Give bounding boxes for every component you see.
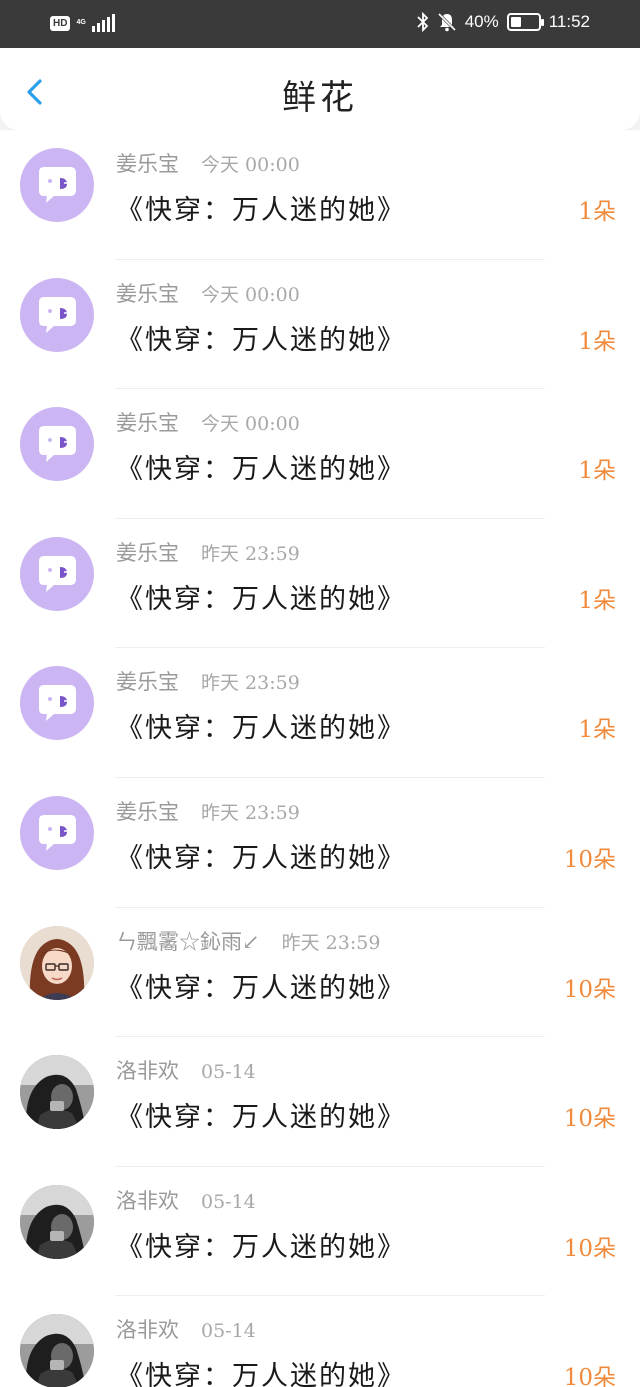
- record-meta: 洛非欢 05-14: [116, 1055, 256, 1085]
- timestamp: 05-14: [201, 1190, 256, 1213]
- timestamp: 今天 00:00: [201, 283, 300, 306]
- battery-level: [510, 17, 521, 27]
- flower-count: 1朵: [578, 458, 616, 485]
- chat-bubble-icon: [39, 296, 76, 333]
- book-title: 《快穿：万人迷的她》: [116, 713, 406, 745]
- record-meta: 姜乐宝 今天 00:00: [116, 278, 300, 308]
- sender-name[interactable]: 姜乐宝: [116, 407, 179, 437]
- flower-record-row[interactable]: 姜乐宝 昨天 23:59 《快穿：万人迷的她》 1朵: [0, 519, 640, 649]
- mute-bell-icon: [437, 12, 456, 32]
- record-meta: 洛非欢 05-14: [116, 1314, 256, 1344]
- network-type: 4G: [76, 19, 85, 27]
- avatar[interactable]: [20, 536, 94, 611]
- flower-record-row[interactable]: 洛非欢 05-14 《快穿：万人迷的她》 10朵: [0, 1296, 640, 1387]
- book-title: 《快穿：万人迷的她》: [116, 324, 406, 356]
- chat-bubble-icon: [39, 555, 76, 592]
- record-meta: 姜乐宝 昨天 23:59: [116, 537, 300, 567]
- flower-count: 1朵: [578, 199, 616, 225]
- chat-bubble-icon: [39, 685, 76, 722]
- sender-name[interactable]: 姜乐宝: [116, 666, 179, 696]
- flower-count: 10朵: [563, 1365, 616, 1387]
- flower-count: 10朵: [563, 1106, 616, 1133]
- book-title: 《快穿：万人迷的她》: [116, 842, 406, 874]
- record-meta: 姜乐宝 今天 00:00: [116, 407, 300, 437]
- avatar[interactable]: [20, 277, 94, 352]
- flower-count: 1朵: [578, 587, 616, 614]
- flower-record-row[interactable]: 洛非欢 05-14 《快穿：万人迷的她》 10朵: [0, 1037, 640, 1167]
- flower-list: 姜乐宝 今天 00:00 《快穿：万人迷的她》 1朵 姜乐宝 今天 00:00 《快穿：万人…: [0, 130, 640, 1387]
- book-title: 《快穿：万人迷的她》: [116, 1231, 406, 1263]
- clock: 11:52: [548, 12, 590, 31]
- grayscale-photo-avatar-image: [20, 1184, 94, 1259]
- book-title: 《快穿：万人迷的她》: [116, 1361, 406, 1387]
- timestamp: 昨天 23:59: [201, 801, 300, 824]
- avatar[interactable]: [20, 1184, 94, 1259]
- timestamp: 昨天 23:59: [281, 931, 381, 954]
- chat-bubble-icon: [39, 167, 76, 203]
- sender-name[interactable]: 姜乐宝: [116, 148, 179, 178]
- flower-count: 10朵: [563, 976, 616, 1003]
- signal-icon: [91, 14, 115, 32]
- avatar[interactable]: [20, 666, 94, 741]
- grayscale-photo-avatar-image: [20, 1314, 94, 1387]
- anime-girl-avatar-image: [20, 925, 94, 1000]
- record-meta: ㄣ飄霱☆鈊雨↙ 昨天 23:59: [116, 926, 380, 956]
- sender-name[interactable]: 洛非欢: [116, 1314, 179, 1344]
- book-title: 《快穿：万人迷的她》: [116, 1102, 406, 1134]
- sender-name[interactable]: 姜乐宝: [116, 537, 179, 567]
- avatar[interactable]: [20, 148, 94, 222]
- chat-bubble-icon: [39, 426, 76, 463]
- status-left: HD 4G: [50, 14, 115, 32]
- flower-record-row[interactable]: 姜乐宝 今天 00:00 《快穿：万人迷的她》 1朵: [0, 130, 640, 260]
- page-title: 鲜花: [282, 78, 358, 118]
- avatar[interactable]: [20, 1314, 94, 1387]
- battery-percent: 40%: [464, 12, 499, 31]
- book-title: 《快穿：万人迷的她》: [116, 972, 406, 1004]
- sender-name[interactable]: 姜乐宝: [116, 278, 179, 308]
- avatar[interactable]: [20, 1055, 94, 1130]
- record-meta: 姜乐宝 昨天 23:59: [116, 796, 300, 826]
- status-bar: HD 4G 40% 11:52: [0, 0, 640, 48]
- avatar[interactable]: [20, 795, 94, 870]
- timestamp: 05-14: [201, 1320, 256, 1343]
- book-title: 《快穿：万人迷的她》: [116, 195, 406, 226]
- timestamp: 05-14: [201, 1061, 256, 1084]
- network-label: 4G: [76, 19, 86, 26]
- timestamp: 今天 00:00: [201, 413, 300, 436]
- sender-name[interactable]: 洛非欢: [116, 1055, 179, 1085]
- timestamp: 今天 00:00: [201, 154, 300, 176]
- flower-record-row[interactable]: 姜乐宝 今天 00:00 《快穿：万人迷的她》 1朵: [0, 260, 640, 390]
- avatar[interactable]: [20, 407, 94, 482]
- sender-name[interactable]: ㄣ飄霱☆鈊雨↙: [116, 926, 260, 956]
- hd-badge: HD: [50, 15, 71, 31]
- grayscale-photo-avatar-image: [20, 1055, 94, 1130]
- flower-count: 10朵: [563, 1235, 616, 1262]
- flower-record-row[interactable]: 姜乐宝 昨天 23:59 《快穿：万人迷的她》 1朵: [0, 648, 640, 778]
- status-right: 40% 11:52: [417, 12, 590, 32]
- timestamp: 昨天 23:59: [201, 542, 300, 565]
- avatar[interactable]: [20, 925, 94, 1000]
- sender-name[interactable]: 洛非欢: [116, 1185, 179, 1215]
- app-header: 鲜花: [0, 48, 640, 130]
- flower-record-row[interactable]: ㄣ飄霱☆鈊雨↙ 昨天 23:59 《快穿：万人迷的她》 10朵: [0, 908, 640, 1038]
- record-meta: 姜乐宝 今天 00:00: [116, 148, 300, 178]
- record-meta: 姜乐宝 昨天 23:59: [116, 666, 300, 696]
- flower-record-row[interactable]: 姜乐宝 今天 00:00 《快穿：万人迷的她》 1朵: [0, 389, 640, 519]
- book-title: 《快穿：万人迷的她》: [116, 454, 406, 486]
- bluetooth-icon: [417, 12, 428, 32]
- flower-record-row[interactable]: 洛非欢 05-14 《快穿：万人迷的她》 10朵: [0, 1167, 640, 1297]
- flower-count: 10朵: [563, 846, 616, 873]
- sender-name[interactable]: 姜乐宝: [116, 796, 179, 826]
- flower-record-row[interactable]: 姜乐宝 昨天 23:59 《快穿：万人迷的她》 10朵: [0, 778, 640, 908]
- flower-count: 1朵: [578, 328, 616, 355]
- book-title: 《快穿：万人迷的她》: [116, 583, 406, 615]
- battery-icon: [506, 13, 544, 31]
- timestamp: 昨天 23:59: [201, 672, 300, 695]
- record-meta: 洛非欢 05-14: [116, 1185, 256, 1215]
- chat-bubble-icon: [39, 814, 76, 851]
- flower-count: 1朵: [578, 717, 616, 744]
